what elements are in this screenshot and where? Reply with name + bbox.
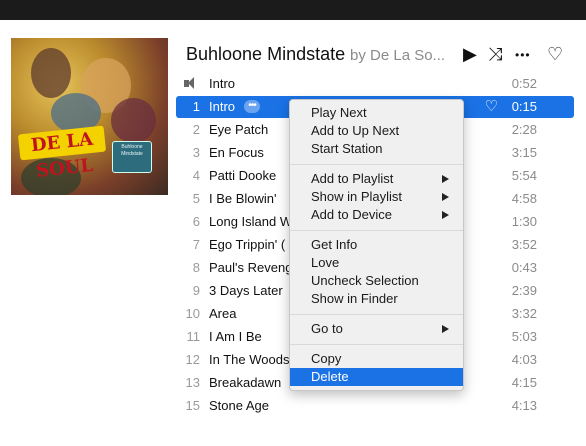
menu-item-delete[interactable]: Delete	[290, 368, 463, 386]
track-duration: 0:43	[511, 260, 537, 275]
track-number: 8	[192, 260, 200, 275]
track-duration: 4:15	[511, 375, 537, 390]
heart-icon[interactable]: ♡	[485, 97, 498, 115]
track-number: 1	[192, 99, 200, 114]
track-number: 5	[192, 191, 200, 206]
menu-item-label: Show in Finder	[311, 291, 398, 306]
menu-item-show-in-finder[interactable]: Show in Finder	[290, 290, 463, 308]
track-title: Eye Patch	[209, 122, 269, 137]
track-title: I Am I Be	[209, 329, 262, 344]
menu-item-play-next[interactable]: Play Next	[290, 104, 463, 122]
menu-item-label: Start Station	[311, 141, 383, 156]
menu-item-love[interactable]: Love	[290, 254, 463, 272]
context-menu: Play Next Add to Up Next Start Station A…	[289, 99, 464, 391]
track-duration: 3:15	[511, 145, 537, 160]
submenu-arrow-icon	[442, 211, 449, 219]
track-duration: 4:58	[511, 191, 537, 206]
track-duration: 5:03	[511, 329, 537, 344]
menu-item-show-in-playlist[interactable]: Show in Playlist	[290, 188, 463, 206]
track-title: Long Island W	[209, 214, 293, 229]
track-number: 9	[192, 283, 200, 298]
menu-item-label: Play Next	[311, 105, 367, 120]
track-duration: 0:15	[511, 99, 537, 114]
track-duration: 3:32	[511, 306, 537, 321]
menu-item-label: Add to Device	[311, 207, 392, 222]
track-row[interactable]: Intro 0:52	[176, 73, 574, 95]
menu-separator	[290, 230, 463, 231]
submenu-arrow-icon	[442, 325, 449, 333]
menu-item-start-station[interactable]: Start Station	[290, 140, 463, 158]
track-title: Breakadawn	[209, 375, 282, 390]
track-number: 3	[192, 145, 200, 160]
track-title: En Focus	[209, 145, 264, 160]
menu-item-label: Show in Playlist	[311, 189, 403, 204]
menu-item-go-to[interactable]: Go to	[290, 320, 463, 338]
track-duration: 4:13	[511, 398, 537, 413]
track-number: 6	[192, 214, 200, 229]
track-duration: 2:39	[511, 283, 537, 298]
play-icon[interactable]: ▶	[463, 44, 477, 65]
track-duration: 1:30	[511, 214, 537, 229]
album-artwork[interactable]: DE LA SOUL Buhloone Mindstate	[11, 38, 168, 195]
track-duration: 2:28	[511, 122, 537, 137]
menu-item-copy[interactable]: Copy	[290, 350, 463, 368]
menu-item-uncheck-selection[interactable]: Uncheck Selection	[290, 272, 463, 290]
submenu-arrow-icon	[442, 193, 449, 201]
art-figure	[31, 48, 71, 98]
album-sticker: Buhloone Mindstate	[112, 141, 152, 173]
track-title: In The Woods	[209, 352, 290, 367]
track-number: 7	[192, 237, 200, 252]
menu-item-add-to-device[interactable]: Add to Device	[290, 206, 463, 224]
more-options-icon[interactable]: •••	[515, 48, 531, 62]
art-figure	[111, 98, 156, 143]
track-number: 11	[186, 329, 201, 344]
track-row[interactable]: 15 Stone Age 4:13	[176, 395, 574, 417]
speaker-icon	[184, 77, 194, 89]
menu-item-add-to-playlist[interactable]: Add to Playlist	[290, 170, 463, 188]
menu-item-get-info[interactable]: Get Info	[290, 236, 463, 254]
track-title: Ego Trippin' (	[209, 237, 286, 252]
menu-item-add-to-up-next[interactable]: Add to Up Next	[290, 122, 463, 140]
track-number: 4	[192, 168, 200, 183]
track-duration: 4:03	[511, 352, 537, 367]
track-number: 2	[192, 122, 200, 137]
track-title: Paul's Revenge	[209, 260, 300, 275]
track-title: Intro	[209, 76, 236, 91]
track-number: 13	[185, 375, 200, 390]
track-title: Area	[209, 306, 237, 321]
more-dots-icon[interactable]: •••	[244, 100, 260, 113]
album-logo: DE LA SOUL	[17, 125, 107, 182]
menu-item-label: Go to	[311, 321, 343, 336]
menu-item-label: Add to Playlist	[311, 171, 394, 186]
menu-item-label: Add to Up Next	[311, 123, 400, 138]
track-title: Stone Age	[209, 398, 269, 413]
menu-separator	[290, 344, 463, 345]
menu-separator	[290, 164, 463, 165]
menu-item-label: Delete	[311, 369, 349, 384]
submenu-arrow-icon	[442, 175, 449, 183]
track-title: I Be Blowin'	[209, 191, 277, 206]
menu-separator	[290, 314, 463, 315]
track-number: 10	[185, 306, 200, 321]
menu-item-label: Love	[311, 255, 340, 270]
track-number: 12	[185, 352, 200, 367]
track-title: Patti Dooke	[209, 168, 277, 183]
menu-item-label: Copy	[311, 351, 342, 366]
album-title: Buhloone Mindstate	[186, 44, 346, 64]
love-icon[interactable]: ♡	[547, 44, 563, 65]
menu-item-label: Uncheck Selection	[311, 273, 419, 288]
track-title: 3 Days Later	[209, 283, 283, 298]
track-title: Intro	[209, 99, 236, 114]
track-number: 15	[185, 398, 200, 413]
shuffle-icon[interactable]: ⤨	[488, 44, 502, 65]
window-top-bar	[0, 0, 586, 20]
track-duration: 0:52	[511, 76, 537, 91]
track-duration: 5:54	[511, 168, 537, 183]
album-artist[interactable]: by De La So...	[350, 47, 445, 64]
menu-item-label: Get Info	[311, 237, 358, 252]
track-duration: 3:52	[511, 237, 537, 252]
